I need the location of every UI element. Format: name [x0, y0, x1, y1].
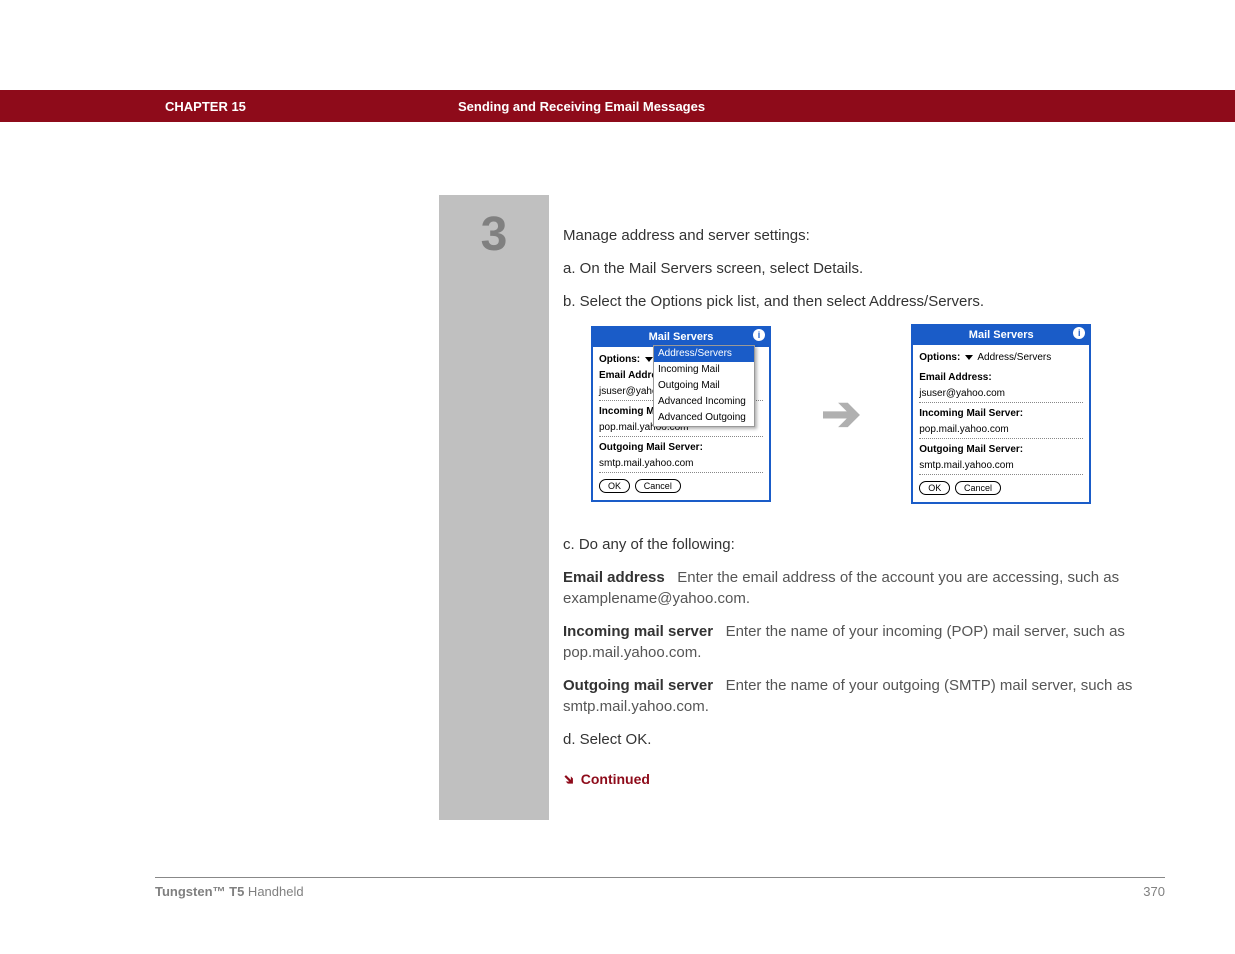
dropdown-item-adv-outgoing[interactable]: Advanced Outgoing [654, 410, 754, 426]
step-a: a. On the Mail Servers screen, select De… [563, 258, 1151, 279]
step-container: 3 Manage address and server settings: a.… [439, 195, 1171, 820]
email-label-right: Email Address: [919, 371, 1083, 385]
outgoing-field-left[interactable]: smtp.mail.yahoo.com [599, 457, 763, 473]
dropdown-icon-right[interactable] [965, 355, 973, 360]
chapter-number: CHAPTER 15 [165, 99, 246, 114]
def-email-label: Email address [563, 569, 665, 586]
step-intro: Manage address and server settings: [563, 225, 1151, 246]
outgoing-label-right: Outgoing Mail Server: [919, 443, 1083, 457]
product-name: Tungsten™ T5 Handheld [155, 884, 304, 899]
step-number-column: 3 [439, 195, 549, 820]
options-dropdown: Address/Servers Incoming Mail Outgoing M… [653, 345, 755, 427]
incoming-label-right: Incoming Mail Server: [919, 407, 1083, 421]
palm-title-bar-right: Mail Servers i [913, 326, 1089, 345]
chapter-title: Sending and Receiving Email Messages [458, 99, 705, 114]
continued-arrow-icon: ➔ [558, 769, 580, 791]
def-email: Email address Enter the email address of… [563, 567, 1151, 609]
palm-title-text: Mail Servers [649, 331, 714, 343]
palm-title-text-right: Mail Servers [969, 329, 1034, 341]
outgoing-field-right[interactable]: smtp.mail.yahoo.com [919, 459, 1083, 475]
def-outgoing-label: Outgoing mail server [563, 677, 713, 694]
cancel-button[interactable]: Cancel [635, 479, 681, 493]
info-icon-right[interactable]: i [1073, 327, 1085, 339]
dropdown-item-address-servers[interactable]: Address/Servers [654, 346, 754, 362]
palm-screen-left: Mail Servers i Options: Address/Servers … [591, 326, 771, 502]
step-content: Manage address and server settings: a. O… [549, 195, 1171, 820]
product-bold: Tungsten™ T5 [155, 884, 244, 899]
ok-button[interactable]: OK [599, 479, 630, 493]
def-incoming-label: Incoming mail server [563, 623, 713, 640]
outgoing-label-left: Outgoing Mail Server: [599, 441, 763, 455]
continued-text: Continued [581, 770, 650, 790]
palm-button-row: OK Cancel [599, 479, 763, 494]
chapter-header: CHAPTER 15 Sending and Receiving Email M… [0, 90, 1235, 122]
options-row-right: Options: Address/Servers [919, 351, 1083, 365]
def-incoming: Incoming mail server Enter the name of y… [563, 621, 1151, 663]
cancel-button-right[interactable]: Cancel [955, 481, 1001, 495]
screenshot-row: Mail Servers i Options: Address/Servers … [591, 324, 1151, 504]
continued-marker: ➔ Continued [563, 770, 1151, 790]
def-outgoing: Outgoing mail server Enter the name of y… [563, 675, 1151, 717]
palm-screen-right: Mail Servers i Options: Address/Servers … [911, 324, 1091, 504]
arrow-right-icon: ➔ [821, 381, 861, 448]
ok-button-right[interactable]: OK [919, 481, 950, 495]
options-label-right: Options: [919, 352, 960, 363]
palm-body: Options: Address/Servers Incoming Mail O… [593, 347, 769, 500]
product-rest: Handheld [244, 884, 303, 899]
options-selected-right[interactable]: Address/Servers [977, 352, 1051, 363]
step-b: b. Select the Options pick list, and the… [563, 291, 1151, 312]
email-field-right[interactable]: jsuser@yahoo.com [919, 387, 1083, 403]
incoming-field-right[interactable]: pop.mail.yahoo.com [919, 423, 1083, 439]
page-number: 370 [1143, 884, 1165, 899]
options-label: Options: [599, 354, 640, 365]
dropdown-item-adv-incoming[interactable]: Advanced Incoming [654, 394, 754, 410]
dropdown-item-incoming[interactable]: Incoming Mail [654, 362, 754, 378]
palm-button-row-right: OK Cancel [919, 481, 1083, 496]
page-footer: Tungsten™ T5 Handheld 370 [155, 877, 1165, 899]
palm-body-right: Options: Address/Servers Email Address: … [913, 345, 1089, 502]
dropdown-item-outgoing[interactable]: Outgoing Mail [654, 378, 754, 394]
step-number: 3 [439, 207, 549, 262]
info-icon[interactable]: i [753, 329, 765, 341]
step-d: d. Select OK. [563, 729, 1151, 750]
step-c: c. Do any of the following: [563, 534, 1151, 555]
dropdown-icon[interactable] [645, 357, 653, 362]
